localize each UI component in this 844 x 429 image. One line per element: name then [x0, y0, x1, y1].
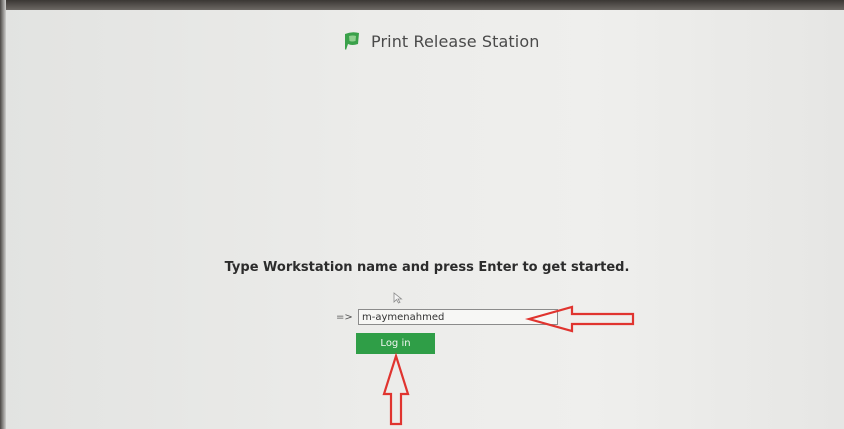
up-pointing-arrow-icon — [382, 352, 410, 426]
input-prefix: => — [336, 311, 353, 323]
screen-photo: Print Release Station Type Workstation n… — [0, 0, 844, 429]
papercut-leaf-icon — [343, 31, 361, 51]
monitor-bezel-top — [0, 0, 844, 10]
login-button[interactable]: Log in — [356, 333, 435, 354]
workstation-name-input[interactable] — [358, 309, 558, 325]
annotation-overlay — [382, 305, 635, 426]
mouse-cursor-icon — [393, 289, 403, 308]
workstation-input-row: => — [336, 308, 558, 326]
instruction-text: Type Workstation name and press Enter to… — [224, 260, 630, 275]
app-title: Print Release Station — [371, 31, 540, 51]
app-header: Print Release Station — [343, 28, 539, 54]
monitor-bezel-left — [0, 0, 6, 429]
